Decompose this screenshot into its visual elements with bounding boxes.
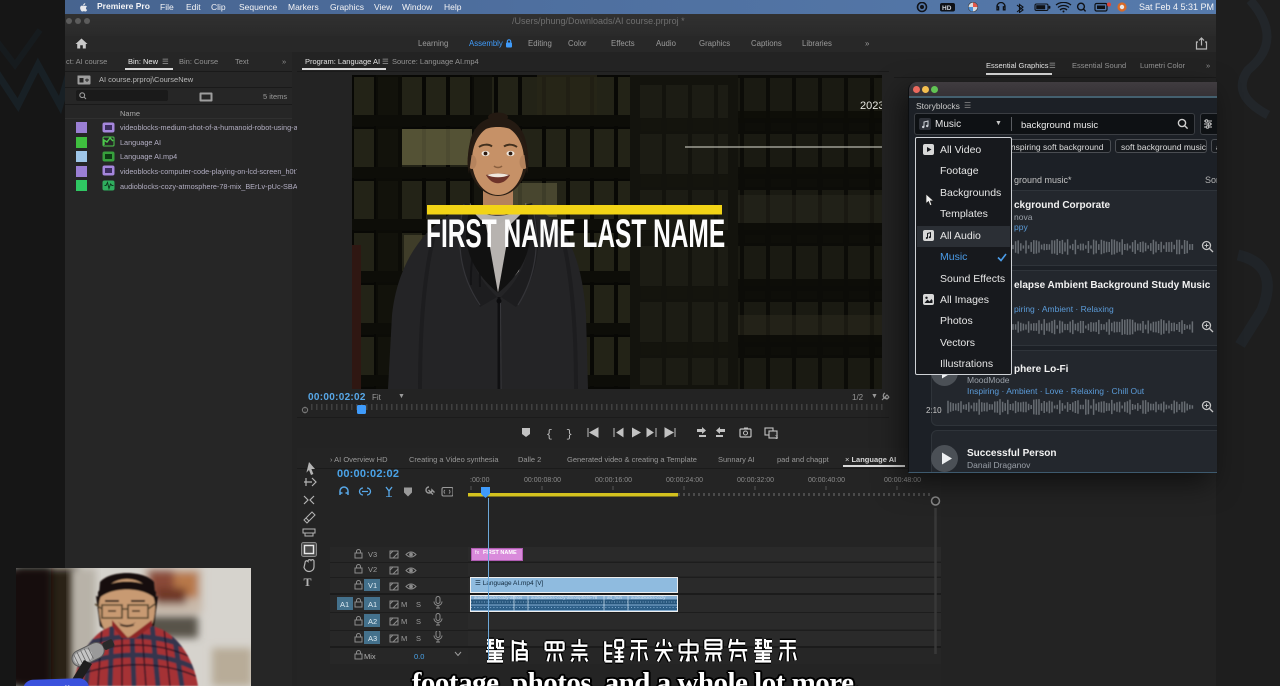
svg-text:T: T	[304, 575, 312, 589]
svg-text:3: 3	[775, 435, 778, 441]
svg-text:A2: A2	[368, 617, 377, 626]
svg-text:HD: HD	[942, 5, 952, 12]
svg-text:}: }	[566, 429, 573, 441]
svg-text:2023: 2023	[860, 100, 882, 112]
svg-text:M: M	[401, 617, 407, 626]
svg-text:A1: A1	[340, 600, 349, 609]
svg-text:A1: A1	[368, 600, 377, 609]
svg-text:att_huh: att_huh	[607, 596, 623, 600]
svg-text:V1: V1	[368, 581, 377, 590]
svg-text:FIRST NAME LAST NAME: FIRST NAME LAST NAME	[426, 212, 725, 257]
svg-text:V2: V2	[368, 565, 377, 574]
svg-text:{: {	[546, 429, 553, 441]
svg-text:audioblocks-cozy-atmosphere-78: audioblocks-cozy-atmosphere-78	[531, 596, 598, 600]
svg-text:S: S	[416, 634, 421, 643]
svg-text:S: S	[416, 600, 421, 609]
svg-text:S: S	[416, 617, 421, 626]
svg-text:M: M	[401, 634, 407, 643]
svg-text:V3: V3	[368, 550, 377, 559]
svg-text:audioblocks-cozy-atmos: audioblocks-cozy-atmos	[474, 596, 523, 600]
svg-text:audioblocks-cozy: audioblocks-cozy	[631, 596, 666, 600]
svg-text:0.0: 0.0	[414, 652, 424, 661]
svg-text:A3: A3	[368, 634, 377, 643]
svg-text:Mix: Mix	[364, 652, 376, 661]
svg-text:M: M	[401, 600, 407, 609]
